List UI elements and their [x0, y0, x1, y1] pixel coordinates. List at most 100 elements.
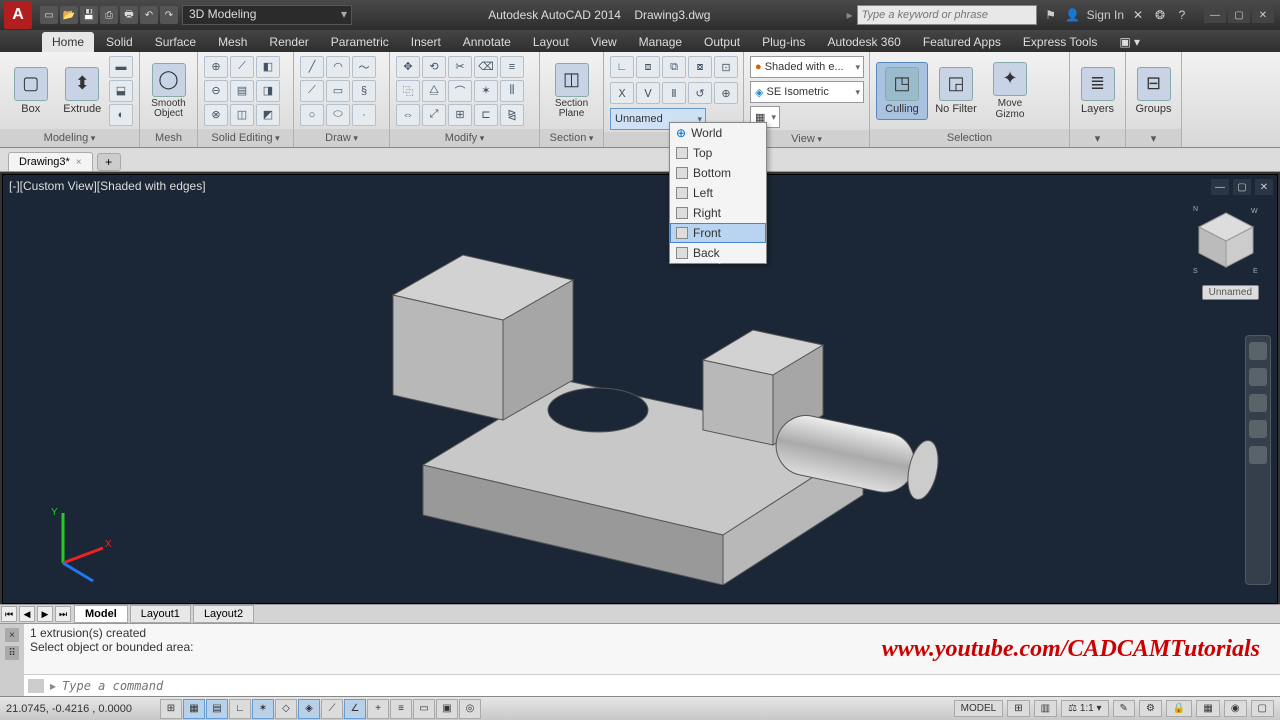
document-tab-active[interactable]: Drawing3*×: [8, 152, 93, 171]
panel-section-title[interactable]: Section: [550, 132, 594, 144]
spline-icon[interactable]: ～: [352, 56, 376, 78]
tab-home[interactable]: Home: [42, 32, 94, 52]
close-button[interactable]: ✕: [1252, 7, 1274, 23]
sb-qp-icon[interactable]: ▣: [436, 699, 458, 719]
offset-icon[interactable]: ⊏: [474, 104, 498, 126]
panel-view-title[interactable]: View: [791, 133, 822, 145]
status-workspace-icon[interactable]: ⚙: [1139, 700, 1162, 717]
vp-minimize-icon[interactable]: —: [1211, 179, 1229, 195]
ucs-y-icon[interactable]: Ⅴ: [636, 82, 660, 104]
box-button[interactable]: ▢Box: [6, 65, 56, 117]
status-clean-icon[interactable]: ▢: [1251, 700, 1274, 717]
sb-otrack-icon[interactable]: ⟋: [321, 699, 343, 719]
steering-wheel-icon[interactable]: [1249, 342, 1267, 360]
status-lock-icon[interactable]: 🔒: [1166, 700, 1192, 717]
vp-maximize-icon[interactable]: ▢: [1233, 179, 1251, 195]
tab-featuredapps[interactable]: Featured Apps: [913, 32, 1011, 52]
culling-button[interactable]: ◳Culling: [876, 62, 928, 120]
subtract-icon[interactable]: ⊖: [204, 80, 228, 102]
ucs-icon-3[interactable]: ⧉: [662, 56, 686, 78]
new-tab-button[interactable]: +: [97, 153, 121, 171]
app-logo[interactable]: A: [4, 1, 32, 29]
coordinates-readout[interactable]: 21.0745, -0.4216 , 0.0000: [0, 703, 160, 715]
ucs-x-icon[interactable]: Ⅹ: [610, 82, 634, 104]
ucs-item-top[interactable]: Top: [670, 143, 766, 163]
ribbon-expand-icon[interactable]: ▣ ▾: [1109, 32, 1150, 52]
view-preset-combo[interactable]: ◈ SE Isometric: [750, 81, 864, 103]
revolve-icon[interactable]: ◐: [109, 104, 133, 126]
layout-first-icon[interactable]: ⏮: [1, 606, 17, 622]
tab-plugins[interactable]: Plug-ins: [752, 32, 815, 52]
ellipse-icon[interactable]: ⬭: [326, 104, 350, 126]
status-hardware-icon[interactable]: ▦: [1196, 700, 1219, 717]
imprint-icon[interactable]: ◫: [230, 104, 254, 126]
minimize-button[interactable]: —: [1204, 7, 1226, 23]
layout-tab-1[interactable]: Layout1: [130, 605, 191, 623]
sb-sc-icon[interactable]: ◎: [459, 699, 481, 719]
sb-3dosnap-icon[interactable]: ◈: [298, 699, 320, 719]
polyline-icon[interactable]: ⟋: [300, 80, 324, 102]
layout-last-icon[interactable]: ⏭: [55, 606, 71, 622]
3dalign-icon[interactable]: ⫼: [500, 80, 524, 102]
ucs-item-front[interactable]: Front: [670, 223, 766, 243]
undo-icon[interactable]: ↶: [140, 6, 158, 24]
status-annotool-icon[interactable]: ✎: [1113, 700, 1135, 717]
scale-icon[interactable]: ⤢: [422, 104, 446, 126]
status-grid-icon[interactable]: ⊞: [1007, 700, 1029, 717]
tab-view[interactable]: View: [581, 32, 627, 52]
tab-surface[interactable]: Surface: [145, 32, 206, 52]
panel-layers-title[interactable]: ▾: [1070, 129, 1125, 147]
status-model-toggle[interactable]: MODEL: [954, 700, 1004, 717]
layout-tab-2[interactable]: Layout2: [193, 605, 254, 623]
redo-icon[interactable]: ↷: [160, 6, 178, 24]
exchange-icon[interactable]: ✕: [1130, 7, 1146, 23]
orbit-icon[interactable]: [1249, 420, 1267, 438]
sb-lwt-icon[interactable]: ≡: [390, 699, 412, 719]
ucs-z-icon[interactable]: Ⅱ: [662, 82, 686, 104]
rotate-icon[interactable]: ⟲: [422, 56, 446, 78]
layout-tab-model[interactable]: Model: [74, 605, 128, 623]
sb-polar-icon[interactable]: ✶: [252, 699, 274, 719]
viewcube-label[interactable]: Unnamed: [1202, 285, 1259, 300]
layout-prev-icon[interactable]: ◀: [19, 606, 35, 622]
panel-mesh-title[interactable]: Mesh: [140, 129, 197, 147]
panel-selection-title[interactable]: Selection: [870, 129, 1069, 147]
sb-tpy-icon[interactable]: ▭: [413, 699, 435, 719]
explode-icon[interactable]: ✶: [474, 80, 498, 102]
tab-manage[interactable]: Manage: [629, 32, 692, 52]
array-icon[interactable]: ⊞: [448, 104, 472, 126]
3dmirror-icon[interactable]: ⧎: [500, 104, 524, 126]
workspace-selector[interactable]: 3D Modeling: [182, 5, 352, 25]
layers-button[interactable]: ≣Layers: [1076, 65, 1119, 117]
pan-icon[interactable]: [1249, 368, 1267, 386]
sb-ortho-icon[interactable]: ∟: [229, 699, 251, 719]
visual-style-combo[interactable]: ● Shaded with e...: [750, 56, 864, 78]
polysolid-icon[interactable]: ▬: [109, 56, 133, 78]
tab-parametric[interactable]: Parametric: [321, 32, 399, 52]
signin-label[interactable]: Sign In: [1087, 8, 1124, 22]
layout-next-icon[interactable]: ▶: [37, 606, 53, 622]
circle-icon[interactable]: ○: [300, 104, 324, 126]
maximize-button[interactable]: ▢: [1228, 7, 1250, 23]
slice-icon[interactable]: ⟋: [230, 56, 254, 78]
offset-edge-icon[interactable]: ◨: [256, 80, 280, 102]
align-icon[interactable]: ≡: [500, 56, 524, 78]
stretch-icon[interactable]: ⇔: [396, 104, 420, 126]
trim-icon[interactable]: ✂: [448, 56, 472, 78]
print-icon[interactable]: 🖶: [120, 6, 138, 24]
infocenter-icon[interactable]: ⚑: [1043, 7, 1059, 23]
presspull-icon[interactable]: ⬓: [109, 80, 133, 102]
new-icon[interactable]: ▭: [40, 6, 58, 24]
sb-osnap-icon[interactable]: ◇: [275, 699, 297, 719]
help-icon[interactable]: ?: [1174, 7, 1190, 23]
section-plane-button[interactable]: ◫Section Plane: [546, 61, 597, 121]
line-icon[interactable]: ╱: [300, 56, 324, 78]
vp-close-icon[interactable]: ✕: [1255, 179, 1273, 195]
command-prompt-icon[interactable]: [28, 679, 44, 693]
tab-output[interactable]: Output: [694, 32, 750, 52]
intersect-icon[interactable]: ⊗: [204, 104, 228, 126]
sb-dyn-icon[interactable]: +: [367, 699, 389, 719]
tab-autodesk360[interactable]: Autodesk 360: [817, 32, 910, 52]
ucs-item-world[interactable]: ⊕World: [670, 123, 766, 143]
close-tab-icon[interactable]: ×: [76, 157, 82, 168]
